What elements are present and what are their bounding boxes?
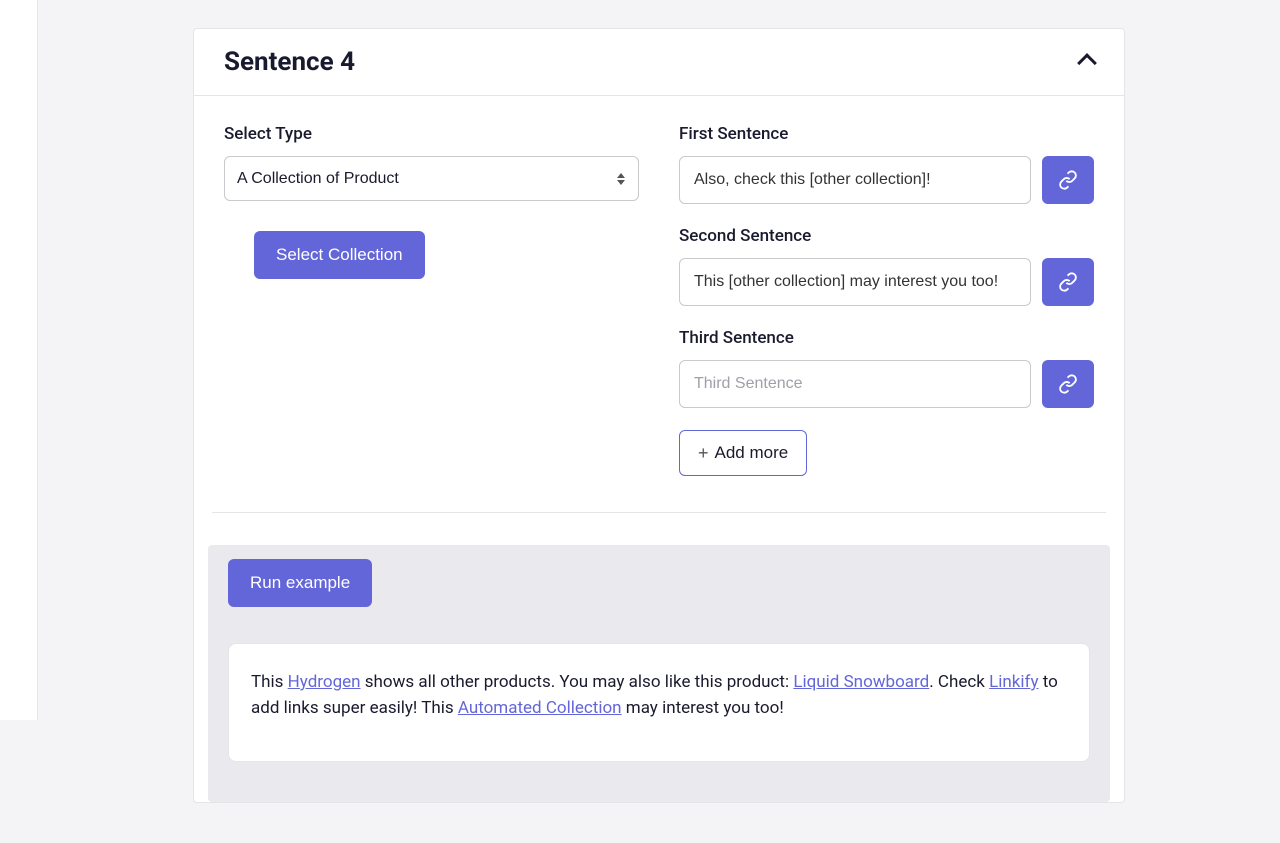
run-example-button[interactable]: Run example bbox=[228, 559, 372, 607]
sidebar-edge bbox=[0, 0, 38, 720]
sentence-card: Sentence 4 Select Type A Collection of P… bbox=[193, 28, 1125, 803]
left-column: Select Type A Collection of Product Sele… bbox=[224, 124, 639, 476]
first-sentence-label: First Sentence bbox=[679, 124, 1094, 144]
select-collection-button[interactable]: Select Collection bbox=[254, 231, 425, 279]
link-icon bbox=[1058, 170, 1078, 190]
example-link-hydrogen[interactable]: Hydrogen bbox=[288, 672, 361, 692]
plus-icon: + bbox=[698, 444, 709, 462]
card-header[interactable]: Sentence 4 bbox=[194, 29, 1124, 96]
link-icon bbox=[1058, 272, 1078, 292]
first-sentence-input[interactable] bbox=[679, 156, 1031, 204]
select-type-label: Select Type bbox=[224, 124, 639, 144]
select-type-dropdown[interactable]: A Collection of Product bbox=[224, 156, 639, 201]
second-sentence-label: Second Sentence bbox=[679, 226, 1094, 246]
example-section: Run example This Hydrogen shows all othe… bbox=[208, 545, 1110, 802]
example-output: This Hydrogen shows all other products. … bbox=[228, 643, 1090, 762]
example-link-liquid-snowboard[interactable]: Liquid Snowboard bbox=[793, 672, 929, 692]
second-sentence-input[interactable] bbox=[679, 258, 1031, 306]
third-sentence-link-button[interactable] bbox=[1042, 360, 1094, 408]
add-more-label: Add more bbox=[715, 443, 789, 463]
card-title: Sentence 4 bbox=[224, 47, 355, 77]
divider bbox=[212, 512, 1106, 513]
first-sentence-link-button[interactable] bbox=[1042, 156, 1094, 204]
chevron-up-icon[interactable] bbox=[1080, 50, 1094, 74]
third-sentence-label: Third Sentence bbox=[679, 328, 1094, 348]
example-link-automated-collection[interactable]: Automated Collection bbox=[458, 698, 622, 718]
right-column: First Sentence Second Sentence bbox=[679, 124, 1094, 476]
link-icon bbox=[1058, 374, 1078, 394]
second-sentence-link-button[interactable] bbox=[1042, 258, 1094, 306]
add-more-button[interactable]: + Add more bbox=[679, 430, 807, 476]
third-sentence-input[interactable] bbox=[679, 360, 1031, 408]
example-link-linkify[interactable]: Linkify bbox=[989, 672, 1038, 692]
